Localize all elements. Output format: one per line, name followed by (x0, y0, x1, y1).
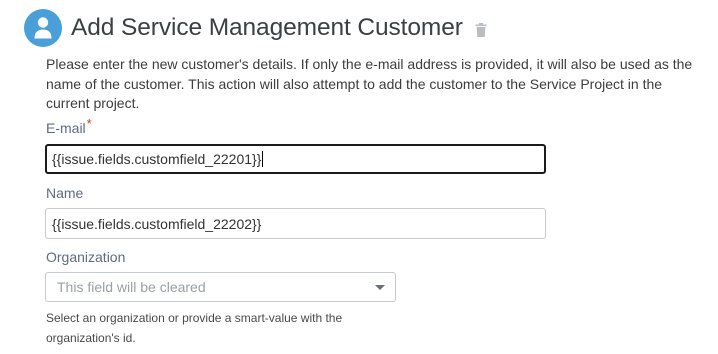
organization-placeholder: This field will be cleared (57, 279, 206, 295)
add-customer-panel: Add Service Management Customer Please e… (0, 0, 718, 354)
description-text: Please enter the new customer's details.… (46, 56, 693, 111)
email-label-text: E-mail (46, 120, 86, 136)
email-field-value: {{issue.fields.customfield_22201}} (52, 151, 262, 167)
organization-label: Organization (46, 249, 126, 265)
email-label: E-mail* (46, 116, 92, 136)
required-marker: * (86, 116, 92, 131)
user-icon (24, 9, 62, 47)
name-field[interactable]: {{issue.fields.customfield_22202}} (45, 208, 546, 239)
text-caret (262, 151, 264, 167)
email-field[interactable]: {{issue.fields.customfield_22201}} (45, 144, 546, 174)
organization-help-text: Select an organization or provide a smar… (46, 311, 343, 345)
action-header: Add Service Management Customer (24, 8, 487, 48)
organization-select[interactable]: This field will be cleared (45, 272, 396, 302)
name-field-value: {{issue.fields.customfield_22202}} (52, 215, 262, 232)
page-title: Add Service Management Customer (71, 14, 463, 41)
chevron-down-icon[interactable] (375, 284, 385, 290)
trash-icon[interactable] (475, 22, 487, 37)
name-label: Name (46, 185, 84, 201)
